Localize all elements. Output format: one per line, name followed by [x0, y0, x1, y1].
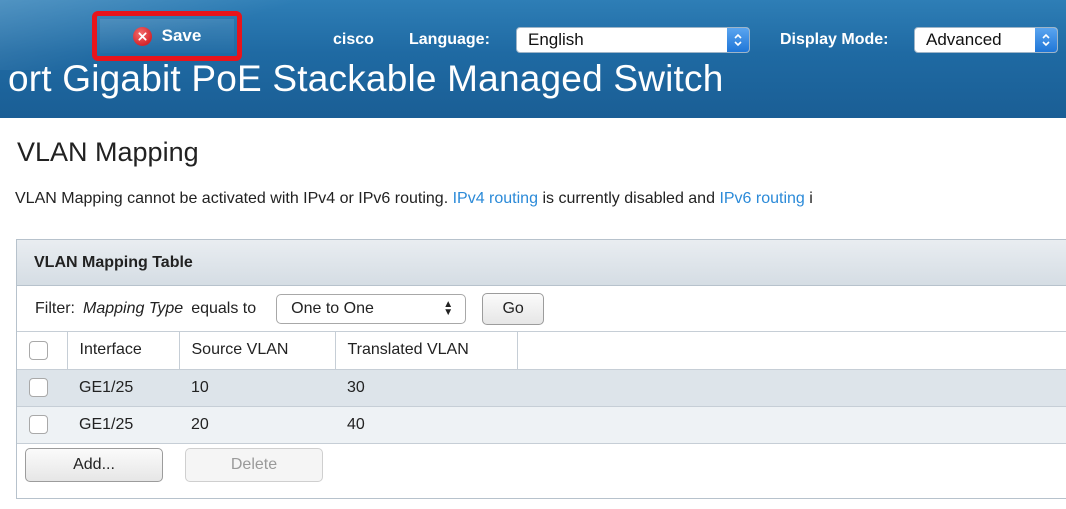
cell-translated-vlan: 30	[347, 378, 365, 396]
language-label: Language:	[409, 31, 490, 48]
filter-label: Filter:	[35, 299, 75, 317]
display-mode-select[interactable]: Advanced	[914, 27, 1058, 53]
cell-source-vlan: 10	[191, 378, 209, 396]
table-actions: Add... Delete	[17, 444, 1066, 486]
column-header-filler	[517, 332, 1066, 369]
page-title: VLAN Mapping	[17, 137, 199, 167]
chevron-updown-icon	[727, 28, 749, 52]
save-label: Save	[161, 26, 202, 45]
vlan-mapping-table: Interface Source VLAN Translated VLAN GE…	[17, 332, 1066, 444]
table-row[interactable]: GE1/25 20 40	[17, 406, 1066, 443]
product-title: ort Gigabit PoE Stackable Managed Switch	[8, 58, 724, 99]
mapping-type-select[interactable]: One to One ▲ ▼	[276, 293, 467, 324]
vlan-mapping-table-panel: VLAN Mapping Table Filter: Mapping Type …	[16, 239, 1066, 499]
add-button[interactable]: Add...	[25, 447, 163, 482]
go-button[interactable]: Go	[482, 292, 545, 325]
error-x-icon	[132, 26, 152, 46]
table-title: VLAN Mapping Table	[17, 240, 1066, 286]
mapping-type-value: One to One	[291, 299, 374, 317]
column-header-translated-vlan[interactable]: Translated VLAN	[335, 332, 518, 369]
display-mode-label: Display Mode:	[780, 31, 889, 48]
cell-interface: GE1/25	[79, 415, 134, 433]
ipv4-routing-link[interactable]: IPv4 routing	[453, 190, 538, 207]
row-checkbox-cell	[17, 369, 67, 406]
column-header-interface[interactable]: Interface	[67, 332, 180, 369]
row-checkbox[interactable]	[29, 415, 48, 434]
row-checkbox[interactable]	[29, 378, 48, 397]
routing-notice: VLAN Mapping cannot be activated with IP…	[15, 190, 813, 208]
cell-filler	[517, 369, 1066, 406]
notice-middle: is currently disabled and	[542, 190, 715, 207]
delete-button[interactable]: Delete	[185, 447, 323, 482]
cell-source-vlan: 20	[191, 415, 209, 433]
column-header-source-vlan[interactable]: Source VLAN	[179, 332, 336, 369]
save-button[interactable]: Save	[100, 19, 234, 53]
chevron-updown-icon	[1035, 28, 1057, 52]
cell-translated-vlan: 40	[347, 415, 365, 433]
filter-field: Mapping Type	[83, 299, 184, 317]
language-value: English	[528, 30, 584, 49]
filter-row: Filter: Mapping Type equals to One to On…	[17, 286, 1066, 332]
notice-prefix: VLAN Mapping cannot be activated with IP…	[15, 190, 449, 207]
filter-operator: equals to	[191, 299, 257, 317]
ipv6-routing-link[interactable]: IPv6 routing	[719, 190, 804, 207]
select-all-cell	[17, 332, 68, 369]
language-select[interactable]: English	[516, 27, 750, 53]
row-checkbox-cell	[17, 406, 67, 443]
table-header-row: Interface Source VLAN Translated VLAN	[17, 332, 1066, 369]
select-all-checkbox[interactable]	[29, 340, 48, 360]
cisco-logo-text: cisco	[333, 31, 374, 48]
notice-suffix: i	[809, 190, 813, 207]
display-mode-value: Advanced	[926, 30, 1002, 49]
header-banner: Save cisco Language: English Display Mod…	[0, 0, 1066, 118]
cell-interface: GE1/25	[79, 378, 134, 396]
cell-filler	[517, 406, 1066, 443]
table-row[interactable]: GE1/25 10 30	[17, 369, 1066, 406]
updown-arrows-icon: ▲ ▼	[443, 298, 454, 318]
